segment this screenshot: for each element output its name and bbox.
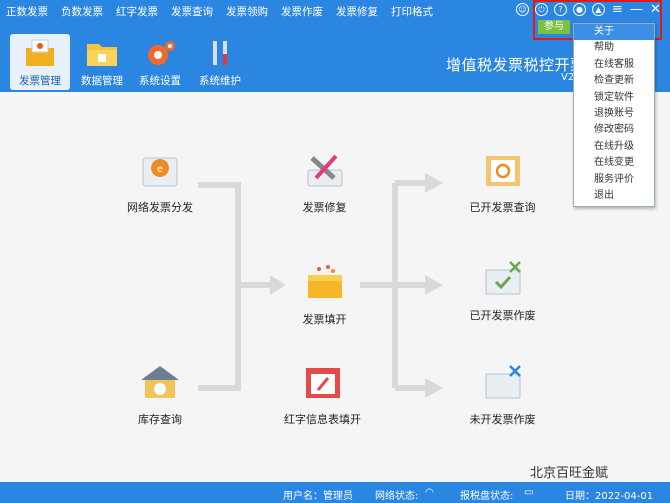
svg-text:e: e	[157, 164, 163, 175]
node-label: 发票填开	[302, 313, 347, 326]
wrench-icon	[307, 154, 342, 187]
status-user: 用户名：管理员	[283, 491, 353, 502]
disk-icon: ▭	[524, 487, 534, 498]
node-label: 库存查询	[138, 413, 182, 426]
node-stock-query[interactable]: 库存查询	[125, 362, 195, 427]
node-label: 未开发票作废	[469, 413, 536, 426]
flow-arrows	[198, 173, 443, 398]
red-form-icon	[305, 368, 340, 398]
scissors-icon	[485, 365, 521, 399]
node-label: 网络发票分发	[127, 201, 193, 214]
node-red-info[interactable]: 红字信息表填开	[280, 362, 365, 427]
status-network: 网络状态:	[375, 491, 419, 502]
node-invoice-repair[interactable]: 发票修复	[287, 150, 362, 215]
node-label: 发票修复	[302, 201, 347, 214]
node-issued-void[interactable]: 已开发票作废	[460, 258, 545, 323]
network-invoice-icon: e	[142, 157, 178, 187]
invoice-search-icon	[485, 156, 520, 186]
invoice-box-icon	[307, 265, 342, 298]
node-label: 已开发票查询	[469, 201, 536, 214]
node-issued-query[interactable]: 已开发票查询	[460, 150, 545, 215]
watermark: 北京百旺金赋	[530, 466, 609, 481]
status-date: 日期：2022-04-01	[565, 491, 654, 502]
node-label: 已开发票作废	[469, 309, 536, 322]
status-bar: 用户名：管理员 网络状态: ◠ 报税盘状态: ▭ 日期：2022-04-01	[0, 482, 670, 503]
warehouse-icon	[141, 366, 179, 398]
node-label: 红字信息表填开	[284, 413, 361, 426]
node-network-distribution[interactable]: e 网络发票分发	[120, 150, 200, 215]
scissors-check-icon	[485, 261, 521, 295]
node-invoice-fill[interactable]: 发票填开	[287, 262, 362, 327]
node-unissued-void[interactable]: 未开发票作废	[460, 362, 545, 427]
wifi-icon: ◠	[425, 487, 434, 498]
status-tax-disk: 报税盘状态:	[460, 491, 514, 502]
